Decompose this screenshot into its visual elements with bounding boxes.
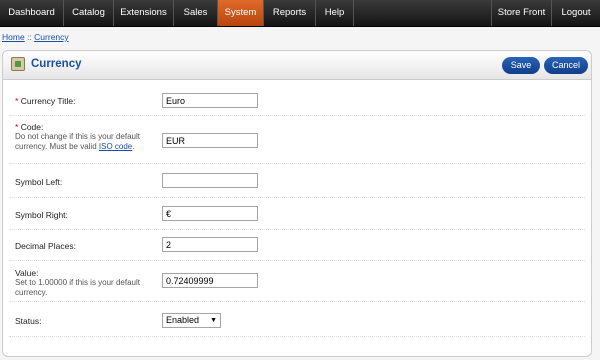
- value-help: Set to 1.00000 if this is your default c…: [15, 278, 140, 297]
- row-symbol-left: Symbol Left:: [9, 164, 585, 198]
- symbol-right-input[interactable]: [162, 206, 258, 221]
- save-button[interactable]: Save: [502, 57, 540, 74]
- top-navigation: Dashboard Catalog Extensions Sales Syste…: [0, 0, 600, 27]
- code-label: * Code: Do not change if this is your de…: [15, 122, 145, 151]
- iso-code-link[interactable]: ISO code: [99, 142, 132, 151]
- breadcrumb: Home :: Currency: [2, 32, 69, 42]
- value-input[interactable]: [162, 273, 258, 288]
- row-code: * Code: Do not change if this is your de…: [9, 116, 585, 164]
- currency-title-label: * Currency Title:: [15, 96, 75, 106]
- row-symbol-right: Symbol Right:: [9, 198, 585, 230]
- nav-store-front[interactable]: Store Front: [491, 0, 551, 26]
- nav-catalog[interactable]: Catalog: [64, 0, 114, 26]
- nav-help[interactable]: Help: [316, 0, 354, 26]
- status-select[interactable]: Enabled ▼: [162, 313, 221, 328]
- breadcrumb-currency[interactable]: Currency: [34, 32, 68, 42]
- breadcrumb-home[interactable]: Home: [2, 32, 25, 42]
- code-help-end: .: [132, 141, 135, 151]
- row-decimal-places: Decimal Places:: [9, 230, 585, 261]
- nav-system[interactable]: System: [218, 0, 264, 26]
- row-currency-title: * Currency Title:: [9, 87, 585, 116]
- required-mark: *: [15, 96, 19, 106]
- nav-logout[interactable]: Logout: [551, 0, 600, 26]
- symbol-left-input[interactable]: [162, 173, 258, 188]
- code-help: Do not change if this is your default cu…: [15, 132, 145, 151]
- value-label: Value: Set to 1.00000 if this is your de…: [15, 268, 150, 297]
- code-input[interactable]: [162, 133, 258, 148]
- code-label-text: Code:: [20, 122, 44, 132]
- currency-title-input[interactable]: [162, 93, 258, 108]
- symbol-left-label: Symbol Left:: [15, 177, 63, 187]
- page-title: Currency: [31, 58, 82, 70]
- nav-sales[interactable]: Sales: [174, 0, 218, 26]
- row-value: Value: Set to 1.00000 if this is your de…: [9, 261, 585, 302]
- breadcrumb-separator: ::: [27, 32, 32, 42]
- decimal-places-label: Decimal Places:: [15, 241, 76, 251]
- nav-extensions[interactable]: Extensions: [114, 0, 174, 26]
- panel-header: Currency Save Cancel: [3, 51, 591, 80]
- currency-title-label-text: Currency Title:: [20, 96, 76, 106]
- row-status: Status: Enabled ▼: [9, 302, 585, 337]
- nav-reports[interactable]: Reports: [264, 0, 316, 26]
- decimal-places-input[interactable]: [162, 237, 258, 252]
- required-mark: *: [15, 122, 19, 132]
- symbol-right-label: Symbol Right:: [15, 210, 68, 220]
- status-label: Status:: [15, 316, 42, 326]
- status-selected: Enabled: [166, 315, 200, 325]
- currency-icon: [11, 57, 25, 71]
- cancel-button[interactable]: Cancel: [544, 57, 588, 74]
- currency-panel: Currency Save Cancel * Currency Title: *…: [2, 50, 592, 357]
- chevron-down-icon: ▼: [210, 317, 217, 324]
- value-label-text: Value:: [15, 268, 39, 278]
- nav-dashboard[interactable]: Dashboard: [0, 0, 64, 26]
